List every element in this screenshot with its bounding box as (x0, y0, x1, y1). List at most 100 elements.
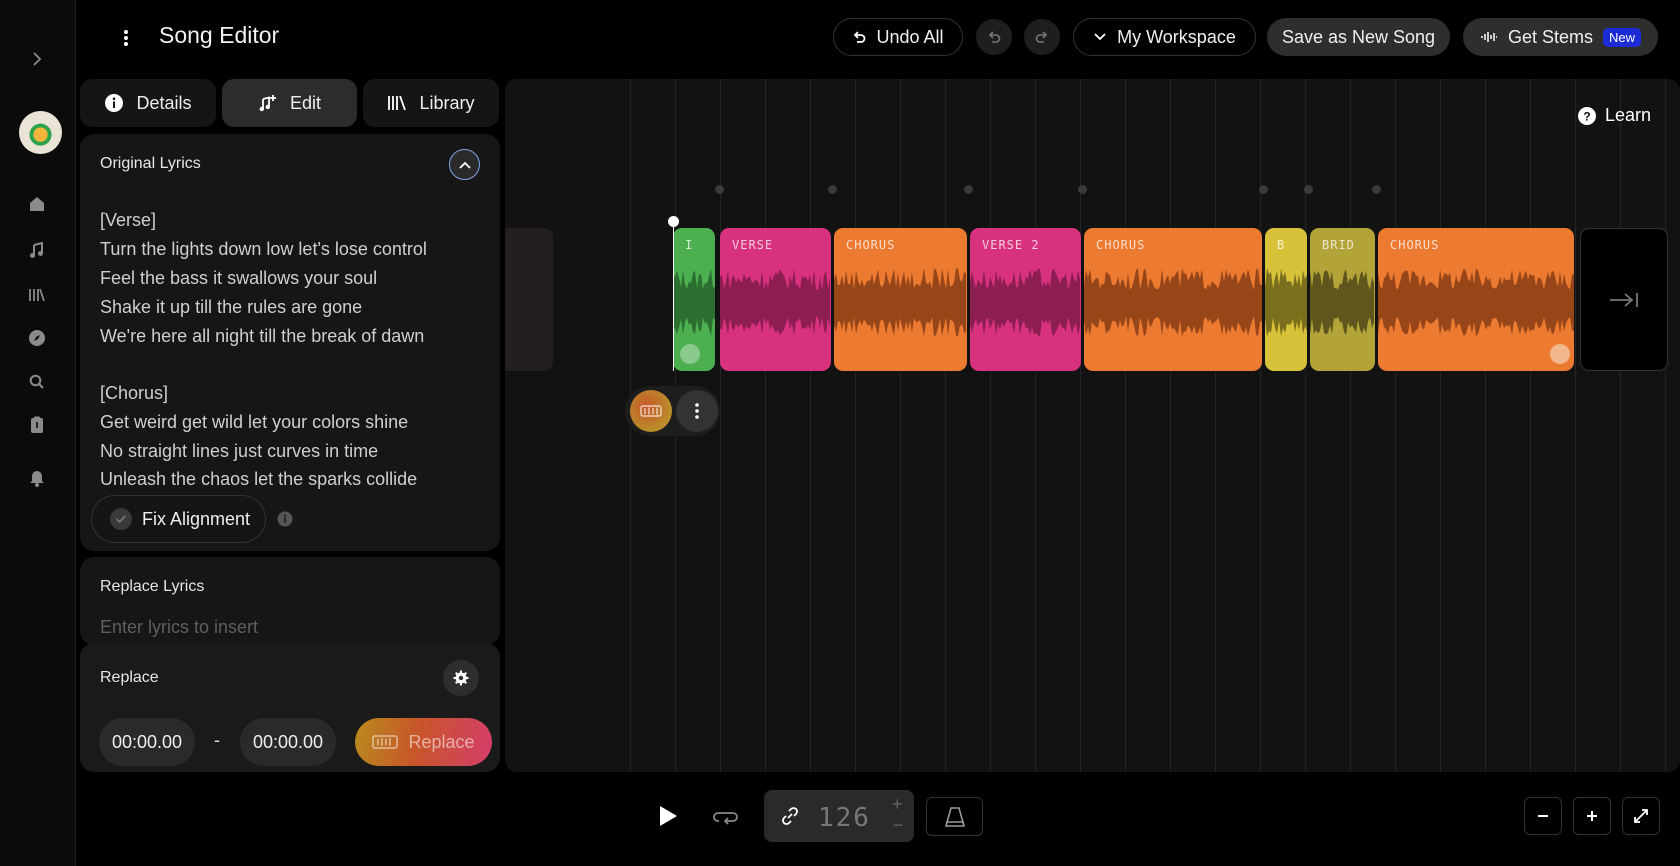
collapse-button[interactable] (449, 149, 480, 180)
page-title: Song Editor (159, 22, 280, 48)
lyric-line: [Verse] (100, 210, 157, 230)
avatar[interactable] (19, 111, 62, 154)
start-time-field[interactable]: 00:00.00 (99, 718, 195, 766)
replace-settings-button[interactable] (443, 660, 479, 696)
section-more-button[interactable] (676, 390, 718, 432)
expand-button[interactable] (1622, 797, 1660, 835)
fix-alignment-button[interactable]: Fix Alignment (91, 495, 266, 543)
search-icon[interactable] (24, 369, 50, 395)
workspace-dropdown[interactable]: My Workspace (1073, 18, 1256, 56)
info-icon[interactable] (277, 511, 293, 527)
lead-in-region (505, 228, 553, 371)
section-label: CHORUS (1096, 238, 1146, 252)
original-lyrics-title: Original Lyrics (100, 155, 201, 172)
new-badge: New (1603, 27, 1642, 47)
section-label: VERSE 2 (982, 238, 1040, 252)
library-icon[interactable] (24, 282, 50, 308)
zoom-out-button[interactable] (1524, 797, 1562, 835)
zoom-in-icon (1585, 809, 1599, 823)
expand-icon (1633, 808, 1649, 824)
replace-title: Replace (100, 669, 159, 686)
get-stems-button[interactable]: Get Stems New (1463, 18, 1658, 56)
playhead-handle[interactable] (668, 216, 679, 227)
waveform (970, 268, 1080, 337)
waveform (1265, 268, 1307, 337)
chevron-right-icon[interactable] (24, 46, 50, 72)
home-icon[interactable] (24, 191, 50, 217)
clipboard-icon[interactable] (24, 412, 50, 438)
music-note-icon[interactable] (24, 238, 50, 264)
section-intro[interactable]: I (673, 228, 715, 371)
save-as-new-song-button[interactable]: Save as New Song (1267, 18, 1450, 56)
zoom-out-icon (1536, 809, 1550, 823)
svg-text:?: ? (1583, 109, 1590, 123)
section-b[interactable]: B (1265, 228, 1307, 371)
section-chorus[interactable]: CHORUS (1084, 228, 1262, 371)
replace-lyrics-title: Replace Lyrics (100, 578, 205, 595)
playhead[interactable] (673, 217, 674, 371)
loop-button[interactable] (713, 805, 739, 827)
time-separator: - (214, 730, 220, 750)
play-button[interactable] (657, 804, 679, 828)
replace-segment-icon (640, 405, 662, 417)
lyric-line: Get weird get wild let your colors shine (100, 412, 409, 432)
skip-to-end-icon (1608, 291, 1640, 309)
check-icon (110, 508, 132, 530)
tab-edit[interactable]: Edit (222, 79, 357, 127)
bpm-decrease-button[interactable]: − (893, 815, 904, 836)
info-icon (104, 93, 124, 113)
bpm-increase-button[interactable]: + (892, 794, 903, 815)
metronome-icon (944, 806, 966, 828)
fade-in-icon[interactable] (680, 344, 700, 364)
waveform-icon (1480, 31, 1498, 43)
undo-all-button[interactable]: Undo All (833, 18, 963, 56)
fade-out-icon[interactable] (1550, 344, 1570, 364)
waveform (720, 268, 830, 336)
link-icon[interactable] (780, 806, 800, 826)
lyric-line: Feel the bass it swallows your soul (100, 268, 378, 288)
fix-alignment-label: Fix Alignment (142, 508, 251, 529)
lyric-line: We're here all night till the break of d… (100, 326, 425, 346)
workspace-label: My Workspace (1117, 26, 1236, 47)
section-label: B (1277, 238, 1286, 252)
replace-button[interactable]: Replace (355, 718, 492, 766)
undo-button[interactable] (976, 19, 1012, 55)
undo-icon (852, 30, 866, 44)
sidebar-rail (0, 0, 76, 866)
zoom-in-button[interactable] (1573, 797, 1611, 835)
help-icon: ? (1578, 106, 1596, 125)
redo-button[interactable] (1024, 19, 1060, 55)
replace-lyrics-card: Replace Lyrics Enter lyrics to insert (80, 557, 500, 645)
section-verse[interactable]: VERSE (720, 228, 831, 371)
bell-icon[interactable] (24, 465, 50, 491)
replace-lyrics-input[interactable]: Enter lyrics to insert (100, 617, 258, 638)
compass-icon[interactable] (24, 325, 50, 351)
section-chorus[interactable]: CHORUS (1378, 228, 1574, 371)
waveform (1084, 268, 1262, 337)
extend-song-button[interactable] (1580, 228, 1668, 371)
section-verse-2[interactable]: VERSE 2 (970, 228, 1081, 371)
section-bridge[interactable]: BRID (1310, 228, 1375, 371)
lyric-line: Unleash the chaos let the sparks collide (100, 469, 418, 489)
timeline-canvas[interactable]: ? Learn I VERSE CHORUS VERSE 2 CHORUS B … (505, 79, 1680, 772)
end-time-field[interactable]: 00:00.00 (240, 718, 336, 766)
learn-button[interactable]: ? Learn (1578, 105, 1651, 126)
menu-dots-icon[interactable] (115, 24, 137, 52)
lyric-line: No straight lines just curves in time (100, 441, 379, 461)
tab-details[interactable]: Details (80, 79, 216, 127)
section-label: CHORUS (846, 238, 896, 252)
section-chorus[interactable]: CHORUS (834, 228, 967, 371)
get-stems-label: Get Stems (1507, 26, 1593, 47)
tab-library[interactable]: Library (363, 79, 499, 127)
replace-section-button[interactable] (630, 390, 672, 432)
menu-dots-icon (695, 403, 699, 419)
chevron-down-icon (1093, 32, 1107, 42)
waveform (673, 268, 715, 336)
waveform (1378, 268, 1574, 337)
loop-icon (713, 805, 739, 827)
tab-edit-label: Edit (289, 92, 322, 113)
library-icon (387, 94, 407, 112)
undo-icon (987, 30, 1001, 44)
bpm-value[interactable]: 126 (818, 803, 871, 833)
metronome-button[interactable] (926, 797, 983, 836)
